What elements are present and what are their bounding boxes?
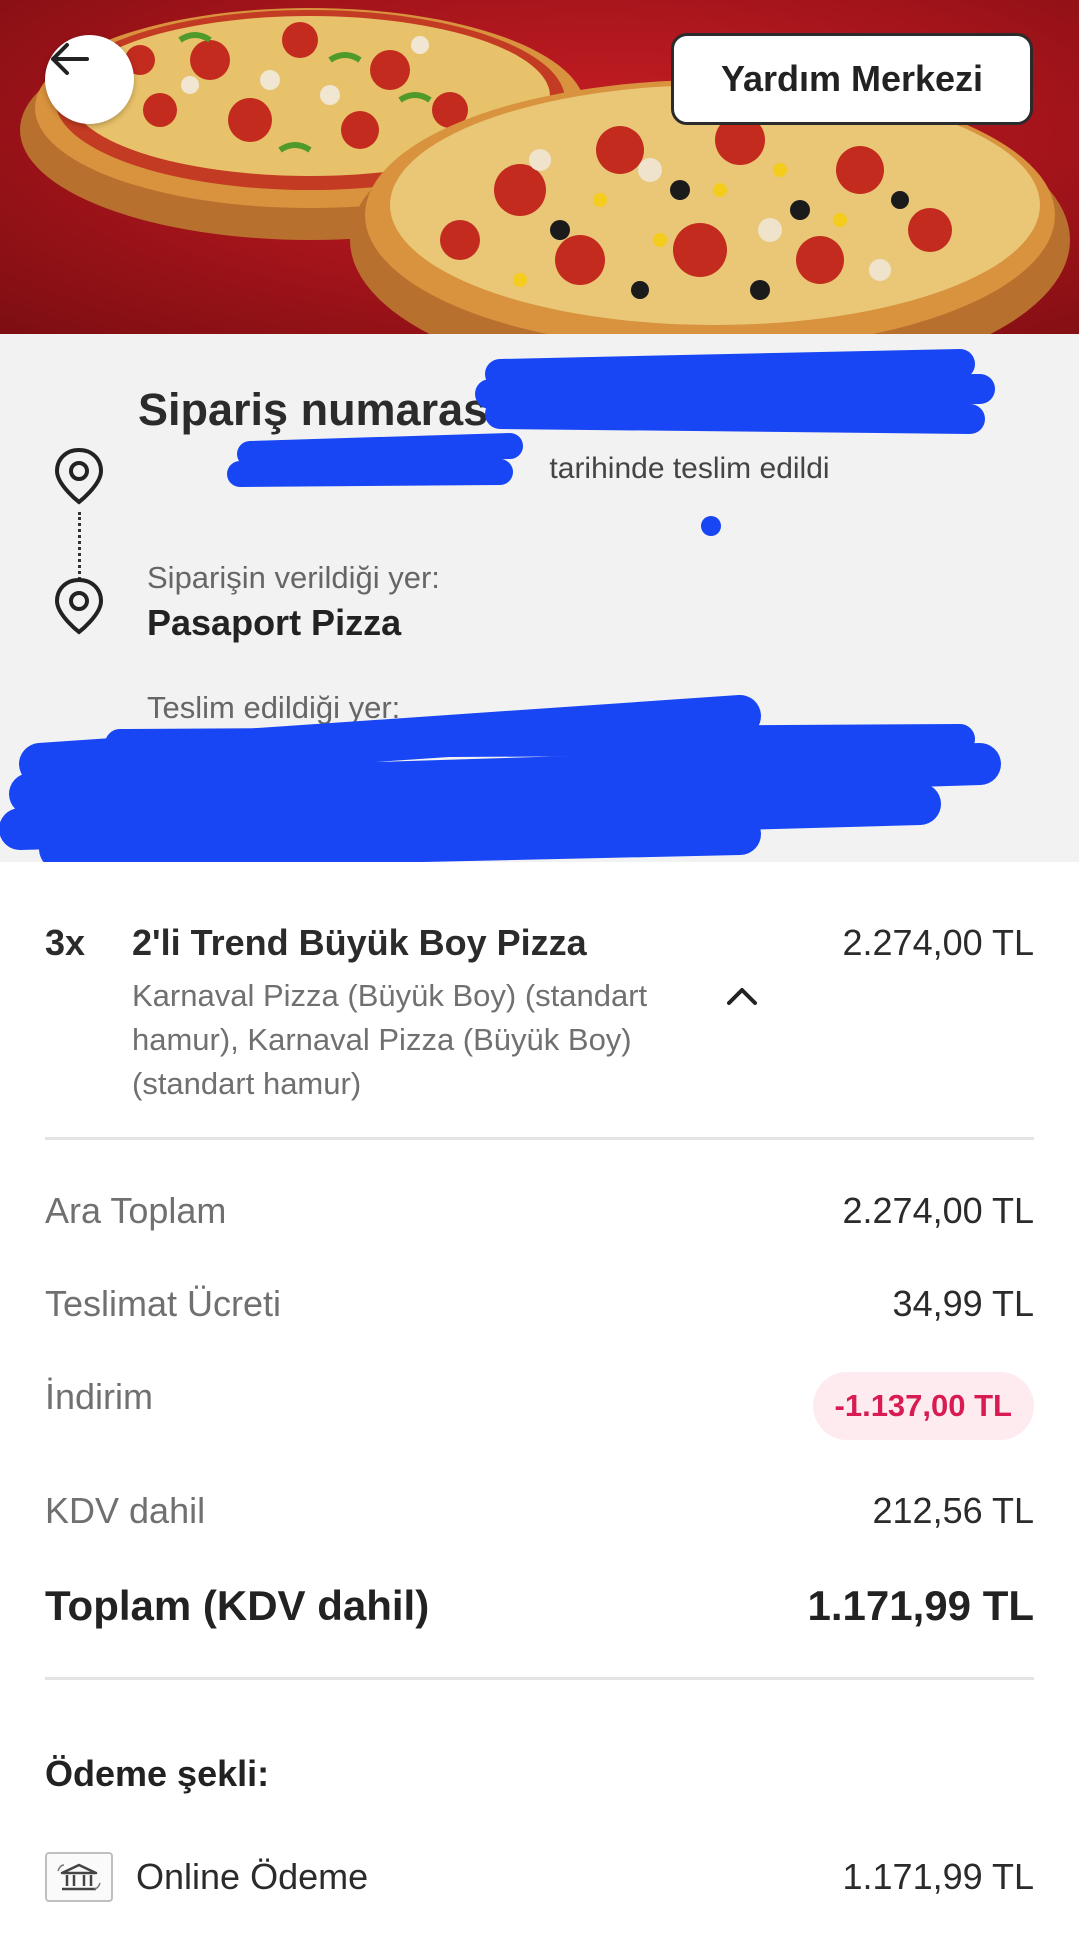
help-center-button[interactable]: Yardım Merkezi bbox=[671, 33, 1033, 125]
bank-icon bbox=[45, 1852, 113, 1902]
divider bbox=[45, 1677, 1034, 1680]
payment-method-title: Ödeme şekli: bbox=[45, 1753, 270, 1794]
item-description: Karnaval Pizza (Büyük Boy) (standart ham… bbox=[132, 978, 648, 1101]
item-name: 2'li Trend Büyük Boy Pizza bbox=[132, 922, 587, 963]
subtotal-value: 2.274,00 TL bbox=[842, 1190, 1035, 1231]
total-value: 1.171,99 TL bbox=[807, 1582, 1034, 1629]
order-item: 3x 2'li Trend Büyük Boy Pizza Karnaval P… bbox=[45, 862, 1034, 1139]
vat-value: 212,56 TL bbox=[872, 1490, 1034, 1531]
delivered-to-label: Teslim edildiği yer: bbox=[147, 690, 401, 725]
route-connector bbox=[78, 512, 81, 580]
delivery-fee-value: 34,99 TL bbox=[892, 1283, 1034, 1324]
payment-amount: 1.171,99 TL bbox=[842, 1856, 1035, 1897]
discount-label: İndirim bbox=[45, 1376, 154, 1417]
subtotal-label: Ara Toplam bbox=[45, 1190, 227, 1231]
location-pin-icon bbox=[54, 577, 104, 635]
vat-label: KDV dahil bbox=[45, 1490, 206, 1531]
item-price: 2.274,00 TL bbox=[842, 922, 1035, 963]
back-button[interactable] bbox=[45, 35, 134, 124]
order-info-section: Sipariş numarası tarihinde teslim edildi… bbox=[0, 334, 1079, 862]
collapse-item-button[interactable] bbox=[720, 974, 764, 1018]
hero-banner: Yardım Merkezi bbox=[0, 0, 1079, 334]
arrow-left-icon bbox=[51, 43, 89, 75]
item-quantity: 3x bbox=[45, 922, 86, 963]
discount-badge: -1.137,00 TL bbox=[812, 1372, 1034, 1440]
restaurant-name: Pasaport Pizza bbox=[147, 602, 402, 643]
order-number-title: Sipariş numarası bbox=[138, 384, 501, 435]
delivery-fee-label: Teslimat Ücreti bbox=[45, 1283, 282, 1324]
chevron-up-icon bbox=[727, 988, 757, 1005]
total-label: Toplam (KDV dahil) bbox=[45, 1582, 430, 1629]
delivery-date-text: tarihinde teslim edildi bbox=[549, 452, 830, 485]
payment-method-name: Online Ödeme bbox=[136, 1856, 369, 1897]
divider bbox=[45, 1137, 1034, 1140]
location-pin-icon bbox=[54, 447, 104, 505]
placed-at-label: Siparişin verildiği yer: bbox=[147, 560, 440, 595]
